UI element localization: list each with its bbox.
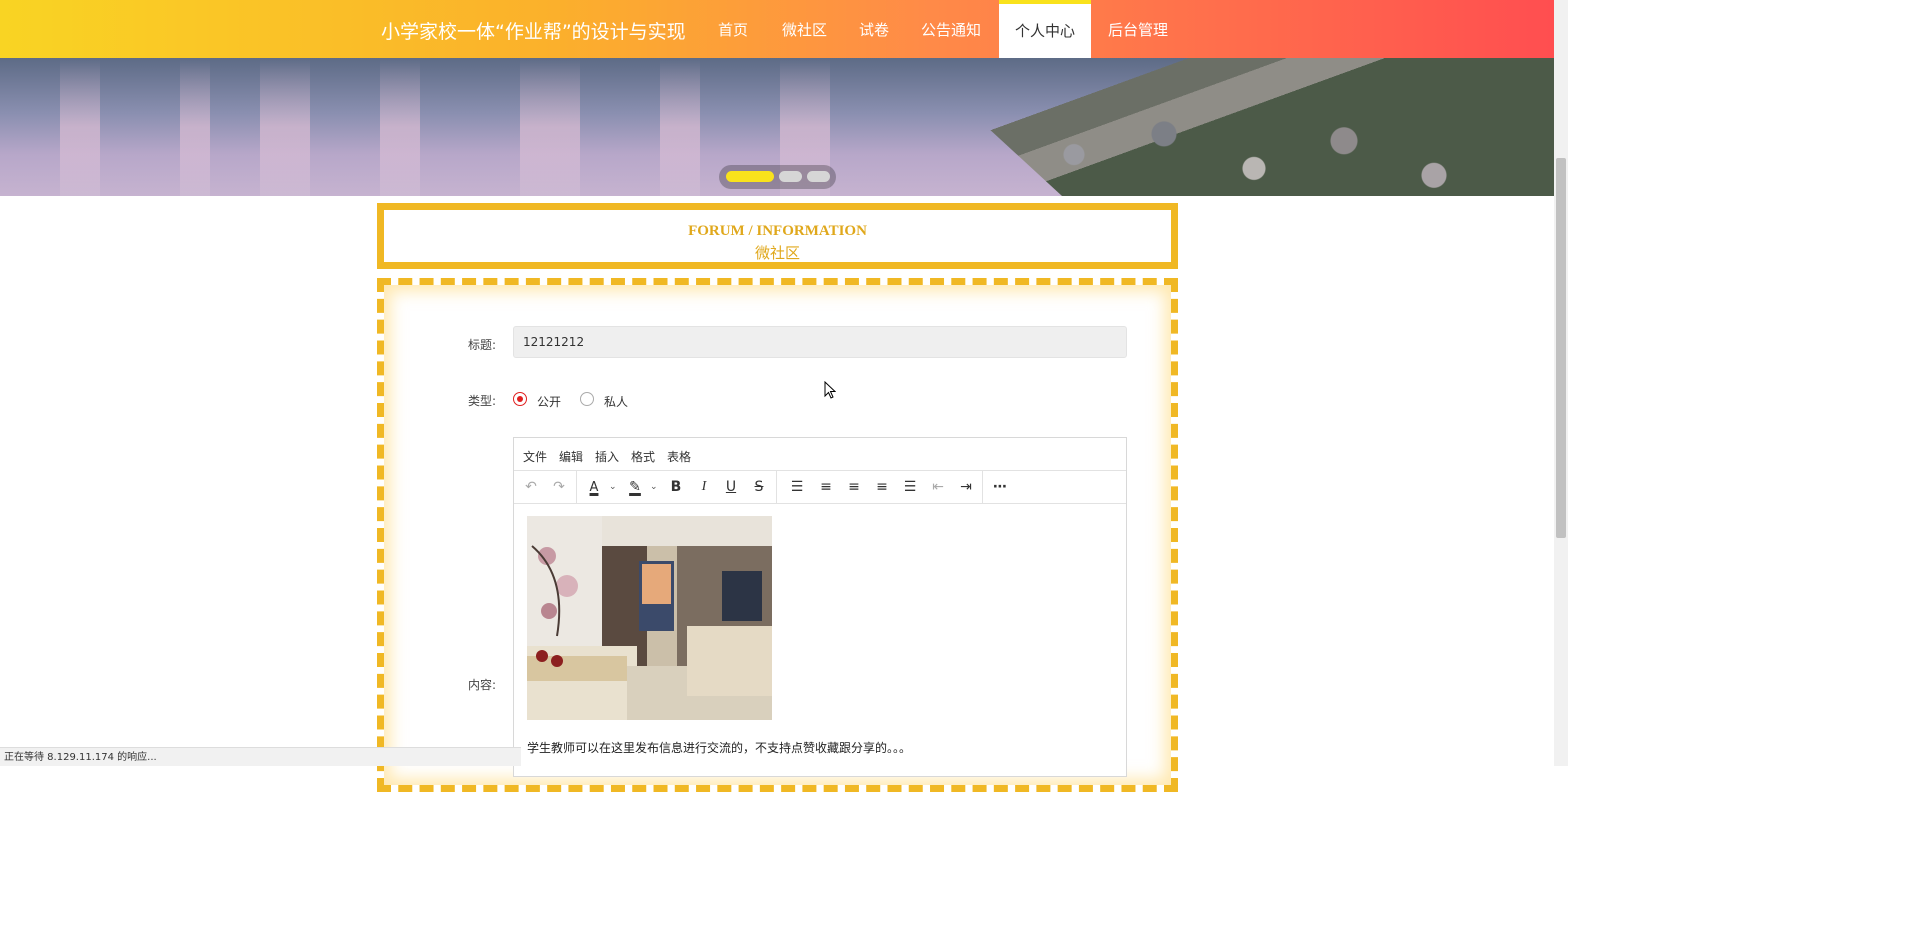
editor-menubar: 文件 编辑 插入 格式 表格 <box>514 438 1126 471</box>
carousel-dot-3[interactable] <box>807 171 830 182</box>
title-label: 标题: <box>468 338 497 352</box>
scrollbar-thumb[interactable] <box>1556 158 1566 538</box>
content-label: 内容: <box>468 678 497 692</box>
radio-private[interactable] <box>580 392 594 406</box>
section-title-en: FORUM / INFORMATION <box>688 223 867 239</box>
line-height-icon[interactable]: ☰ <box>786 477 808 497</box>
nav-admin[interactable]: 后台管理 <box>1094 0 1182 58</box>
menu-format[interactable]: 格式 <box>631 448 655 465</box>
radio-public-label[interactable]: 公开 <box>537 393 561 410</box>
section-title-cn: 微社区 <box>754 246 800 262</box>
highlight-icon[interactable]: ✎ <box>624 477 646 497</box>
undo-icon[interactable]: ↶ <box>520 477 542 497</box>
align-center-icon[interactable]: ≡ <box>843 477 865 497</box>
outdent-icon[interactable]: ⇤ <box>927 477 949 497</box>
menu-file[interactable]: 文件 <box>523 448 547 465</box>
radio-public[interactable] <box>513 392 527 406</box>
menu-insert[interactable]: 插入 <box>595 448 619 465</box>
content-image[interactable] <box>527 516 772 720</box>
menu-edit[interactable]: 编辑 <box>559 448 583 465</box>
strikethrough-icon[interactable]: S <box>748 477 770 497</box>
rich-text-editor[interactable]: 文件 编辑 插入 格式 表格 ↶ ↷ A ⌄ ✎ ⌄ B I U S ☰ ≡ ≡… <box>513 437 1127 777</box>
editor-content-text[interactable]: 学生教师可以在这里发布信息进行交流的，不支持点赞收藏跟分享的。。。 <box>527 739 911 756</box>
align-right-icon[interactable]: ≡ <box>871 477 893 497</box>
carousel-dot-1[interactable] <box>726 171 774 182</box>
redo-icon[interactable]: ↷ <box>548 477 570 497</box>
editor-toolbar: ↶ ↷ A ⌄ ✎ ⌄ B I U S ☰ ≡ ≡ ≡ ☰ ⇤ ⇥ ⋯ <box>514 471 1126 504</box>
more-icon[interactable]: ⋯ <box>989 477 1011 497</box>
site-title: 小学家校一体“作业帮”的设计与实现 <box>381 21 686 43</box>
type-label: 类型: <box>468 394 497 408</box>
section-header: FORUM / INFORMATION 微社区 <box>377 203 1178 269</box>
nav-notice[interactable]: 公告通知 <box>907 0 995 58</box>
nav-forum[interactable]: 微社区 <box>768 0 841 58</box>
mouse-cursor-icon <box>824 381 836 399</box>
chevron-down-icon[interactable]: ⌄ <box>609 477 619 497</box>
nav-personal-center[interactable]: 个人中心 <box>999 0 1092 58</box>
underline-icon[interactable]: U <box>720 477 742 497</box>
align-left-icon[interactable]: ≡ <box>815 477 837 497</box>
carousel-dot-2[interactable] <box>779 171 802 182</box>
italic-icon[interactable]: I <box>693 477 715 497</box>
align-justify-icon[interactable]: ☰ <box>899 477 921 497</box>
banner-image <box>954 58 1554 196</box>
indent-icon[interactable]: ⇥ <box>955 477 977 497</box>
nav-exam[interactable]: 试卷 <box>845 0 903 58</box>
radio-private-label[interactable]: 私人 <box>604 393 628 410</box>
bold-icon[interactable]: B <box>665 477 687 497</box>
text-color-icon[interactable]: A <box>583 477 605 497</box>
menu-table[interactable]: 表格 <box>667 448 691 465</box>
chevron-down-icon[interactable]: ⌄ <box>650 477 660 497</box>
title-input[interactable]: 12121212 <box>513 326 1127 358</box>
browser-status-bar: 正在等待 8.129.11.174 的响应... <box>0 747 521 766</box>
nav-home[interactable]: 首页 <box>704 0 762 58</box>
